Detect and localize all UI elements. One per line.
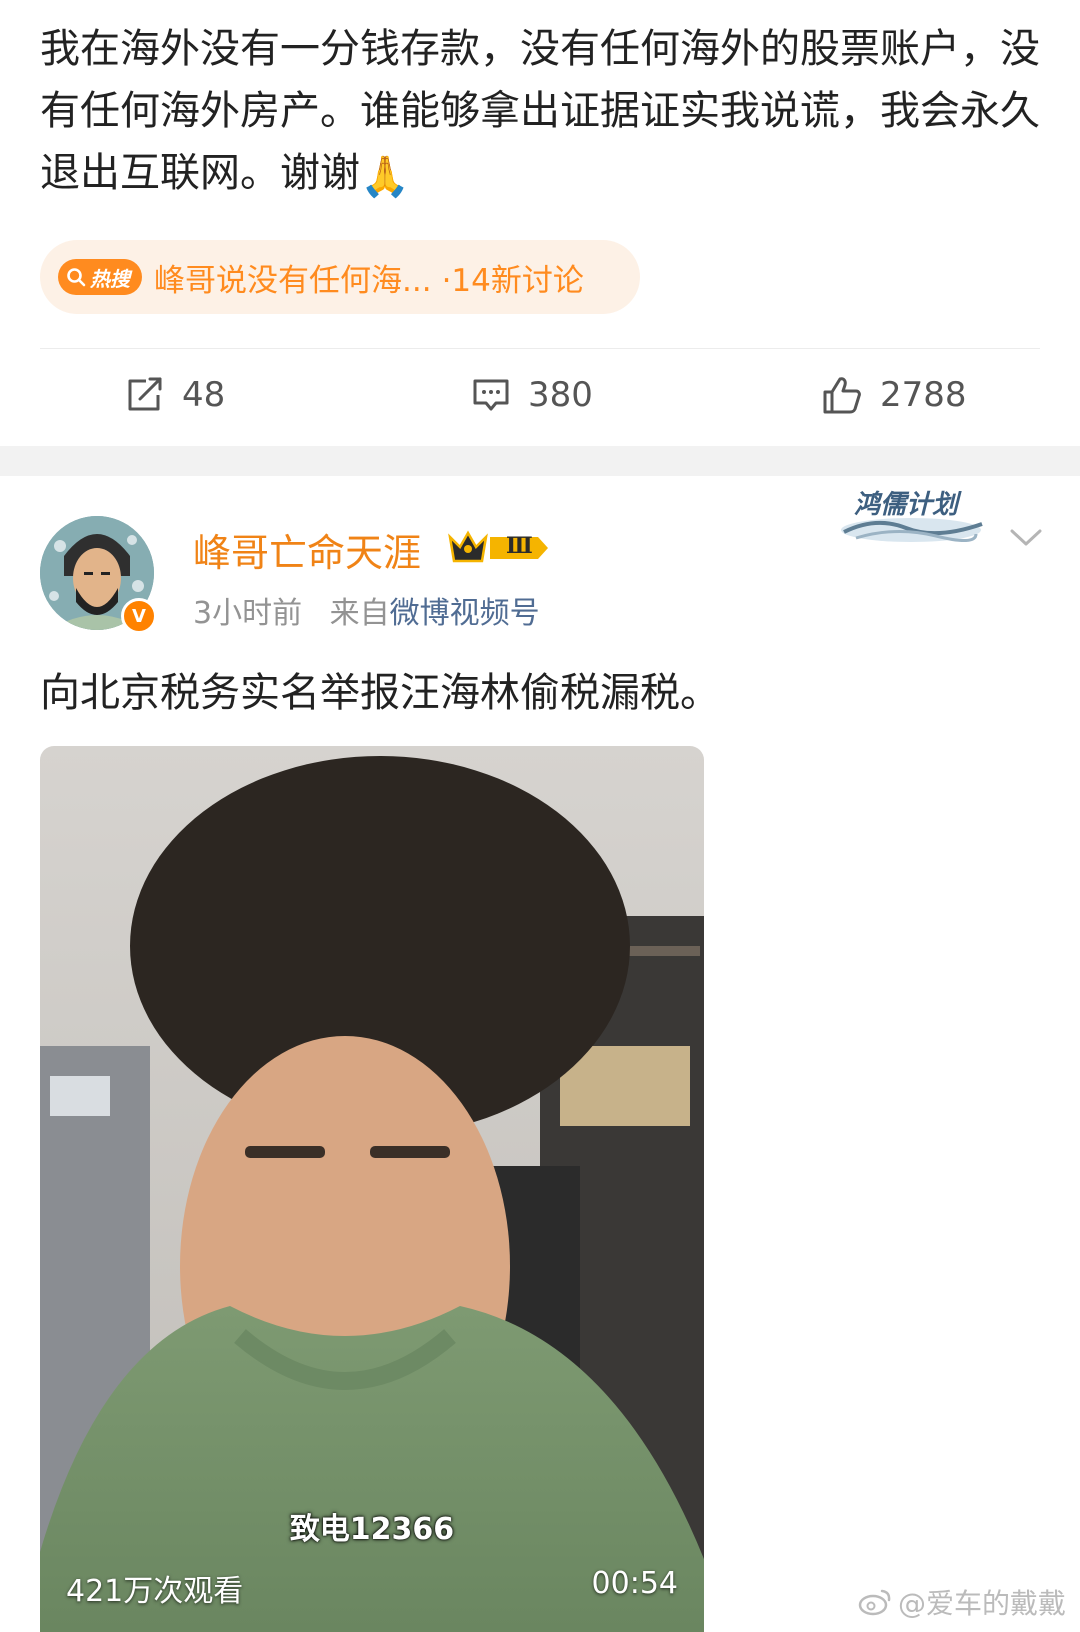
watermark: @爱车的戴戴 [858, 1582, 1066, 1622]
chevron-down-icon [1010, 529, 1042, 546]
post-source-link[interactable]: 微博视频号 [390, 596, 540, 631]
post-body: 我在海外没有一分钱存款，没有任何海外的股票账户，没有任何海外房产。谁能够拿出证据… [40, 26, 1040, 196]
video-view-count: 421万次观看 [66, 1574, 244, 1609]
post-meta: 3小时前 来自微博视频号 [193, 588, 540, 632]
hot-search-text: 峰哥说没有任何海... [154, 262, 432, 299]
hot-search-count: ·14新讨论 [441, 262, 584, 299]
repost-button[interactable]: 48 [126, 360, 225, 430]
watermark-text: @爱车的戴戴 [898, 1587, 1067, 1620]
feed-separator [0, 446, 1080, 476]
comment-icon [473, 379, 509, 411]
source-prefix: 来自 [329, 596, 390, 631]
vip-crown-icon [448, 530, 548, 563]
action-bar: 48 380 2788 [0, 360, 1080, 430]
post-text: 向北京税务实名举报汪海林偷税漏税。 [40, 670, 720, 716]
thumbs-up-icon [823, 377, 861, 414]
hot-search-chip[interactable]: 热搜 峰哥说没有任何海... ·14新讨论 [40, 240, 640, 314]
divider [40, 348, 1040, 349]
vip-level: Ⅲ [506, 533, 533, 559]
video-duration: 00:54 [591, 1566, 678, 1601]
hot-search-badge-label: 热搜 [90, 266, 130, 291]
comment-count: 380 [528, 375, 593, 415]
like-button[interactable]: 2788 [822, 360, 967, 430]
video-player[interactable]: 致电12366 421万次观看 00:54 [40, 746, 704, 1632]
video-subtitle: 致电12366 [289, 1512, 455, 1547]
campaign-badge[interactable]: 鸿儒计划 [836, 480, 986, 550]
like-count: 2788 [880, 375, 967, 415]
hot-search-badge: 热搜 [58, 259, 142, 295]
repost-count: 48 [182, 375, 226, 415]
verified-badge: V [121, 598, 157, 634]
post-time: 3小时前 [193, 596, 303, 631]
more-options-button[interactable] [1010, 528, 1042, 552]
video-frame [40, 746, 704, 1632]
pray-emoji: 🙏 [360, 154, 410, 200]
post-text: 我在海外没有一分钱存款，没有任何海外的股票账户，没有任何海外房产。谁能够拿出证据… [40, 18, 1040, 208]
weibo-logo-icon [858, 1589, 891, 1616]
search-icon [67, 268, 86, 287]
campaign-badge-label: 鸿儒计划 [854, 490, 959, 520]
vip-badge[interactable]: Ⅲ [446, 527, 552, 573]
comment-button[interactable]: 380 [472, 360, 593, 430]
repost-icon [128, 377, 162, 411]
author-name[interactable]: 峰哥亡命天涯 [193, 522, 421, 577]
